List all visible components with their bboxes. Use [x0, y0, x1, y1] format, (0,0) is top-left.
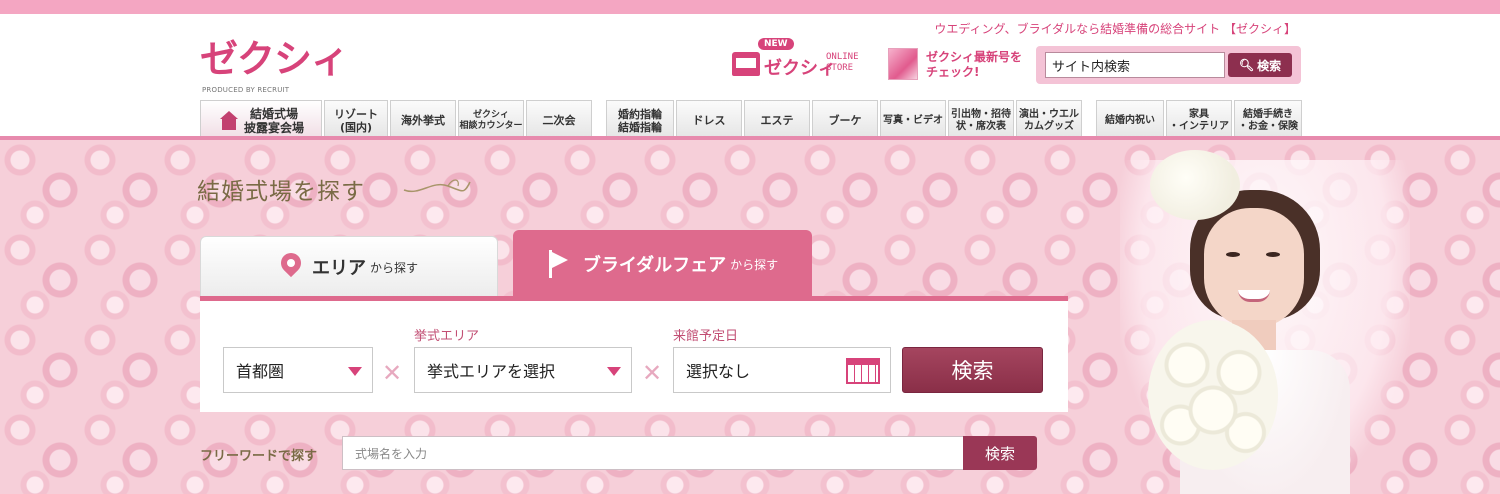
nav-item-counter[interactable]: ゼクシィ 相談カウンター: [458, 100, 524, 140]
visit-date-field[interactable]: 選択なし: [673, 347, 891, 393]
category-nav: 結婚式場 披露宴会場 リゾート (国内) 海外挙式 ゼクシィ 相談カウンター 二…: [200, 96, 1305, 140]
online-store-link[interactable]: NEW ゼクシィ ONLINE STORE: [732, 38, 872, 82]
nav-item-label: ブーケ: [828, 114, 862, 127]
ceremony-area-select[interactable]: 挙式エリアを選択: [414, 347, 632, 393]
site-search: サイト内検索 🔍︎ 検索: [1036, 46, 1301, 84]
nav-item-label: 二次会: [542, 114, 576, 127]
region-select[interactable]: 首都圏: [223, 347, 373, 393]
nav-item-label: 引出物・招待 状・席次表: [951, 108, 1011, 132]
cross-icon: ✕: [382, 359, 403, 387]
fair-search-button[interactable]: 検索: [902, 347, 1043, 393]
nav-item-return-gifts[interactable]: 結婚内祝い: [1096, 100, 1164, 140]
tab-fair-suffix: から探す: [730, 257, 779, 272]
nav-item-label: 家具 ・インテリア: [1169, 108, 1229, 132]
logo-wordmark: ゼクシィ: [200, 37, 349, 81]
logo-subtitle: PRODUCED BY RECRUIT: [202, 86, 290, 94]
nav-item-bouquet[interactable]: ブーケ: [812, 100, 878, 140]
top-accent-bar: [0, 0, 1500, 14]
nav-item-photo-video[interactable]: 写真・ビデオ: [880, 100, 946, 140]
ceremony-area-label: 挙式エリア: [414, 329, 480, 344]
magazine-text: ゼクシィ最新号を チェック!: [926, 50, 1022, 80]
tab-area-suffix: から探す: [369, 260, 418, 275]
freeword-search-button[interactable]: 検索: [963, 436, 1037, 470]
tab-fair-label: ブライダルフェア: [582, 255, 727, 276]
latest-magazine-link[interactable]: ゼクシィ最新号を チェック!: [888, 48, 1028, 84]
nav-item-furniture[interactable]: 家具 ・インテリア: [1166, 100, 1232, 140]
nav-item-esthetic[interactable]: エステ: [744, 100, 810, 140]
visit-date-value: 選択なし: [686, 362, 751, 381]
hero-section: 結婚式場を探す エリア から探す ブライダルフェア から探す 首都圏 ✕ 挙式エ…: [0, 140, 1500, 494]
nav-item-label: ゼクシィ 相談カウンター: [459, 109, 523, 131]
region-select-value: 首都圏: [236, 362, 285, 381]
site-header: ゼクシィ PRODUCED BY RECRUIT ウエディング、ブライダルなら結…: [0, 14, 1500, 100]
chapel-icon: [218, 110, 240, 131]
nav-item-afterparty[interactable]: 二次会: [526, 100, 592, 140]
flag-icon: [547, 250, 571, 278]
site-search-button-label: 検索: [1257, 58, 1282, 73]
nav-item-label: 演出・ウエル カムグッズ: [1019, 108, 1079, 132]
nav-item-label: 海外挙式: [401, 114, 445, 127]
ceremony-area-value: 挙式エリアを選択: [427, 362, 556, 381]
nav-item-venue[interactable]: 結婚式場 披露宴会場: [200, 100, 322, 140]
bouquet-shape: [1148, 320, 1278, 470]
tab-area[interactable]: エリア から探す: [200, 236, 498, 298]
eye-left-shape: [1226, 252, 1240, 257]
magazine-line-1: ゼクシィ最新号を: [926, 50, 1023, 64]
new-badge: NEW: [758, 38, 794, 50]
fair-search-panel: 首都圏 ✕ 挙式エリア 挙式エリアを選択 ✕ 来館予定日 選択なし 検索: [200, 296, 1068, 412]
eye-right-shape: [1266, 252, 1280, 257]
nav-item-procedures[interactable]: 結婚手続き ・お金・保険: [1234, 100, 1302, 140]
page-title: 結婚式場を探す: [197, 179, 365, 205]
nav-item-label: 婚約指輪 結婚指輪: [618, 107, 662, 134]
cross-icon: ✕: [642, 359, 663, 387]
nav-item-rings[interactable]: 婚約指輪 結婚指輪: [606, 100, 674, 140]
bride-photo: [1120, 140, 1420, 494]
nav-item-gifts-invitations[interactable]: 引出物・招待 状・席次表: [948, 100, 1014, 140]
store-subtitle: ONLINE STORE: [826, 52, 859, 73]
head-flower-shape: [1150, 150, 1240, 220]
freeword-input[interactable]: 式場名を入力: [342, 436, 964, 470]
dropdown-caret-icon: [348, 367, 362, 376]
nav-item-dress[interactable]: ドレス: [676, 100, 742, 140]
visit-date-label: 来館予定日: [673, 329, 739, 344]
zexy-logo[interactable]: ゼクシィ PRODUCED BY RECRUIT: [200, 28, 370, 98]
site-search-input[interactable]: サイト内検索: [1045, 52, 1225, 78]
face-shape: [1204, 208, 1304, 328]
nav-item-label: リゾート (国内): [334, 107, 378, 134]
calendar-icon[interactable]: [846, 358, 880, 384]
freeword-label: フリーワードで探す: [200, 449, 318, 464]
store-icon: [732, 52, 760, 76]
nav-item-performance-goods[interactable]: 演出・ウエル カムグッズ: [1016, 100, 1082, 140]
site-tagline: ウエディング、ブライダルなら結婚準備の総合サイト 【ゼクシィ】: [934, 22, 1296, 36]
site-search-button[interactable]: 🔍︎ 検索: [1228, 53, 1292, 77]
nav-item-label: 結婚手続き ・お金・保険: [1238, 108, 1298, 132]
nav-item-label: エステ: [760, 114, 794, 127]
search-icon: 🔍︎: [1238, 58, 1255, 72]
tab-bridal-fair[interactable]: ブライダルフェア から探す: [513, 230, 812, 298]
dropdown-caret-icon: [607, 367, 621, 376]
tab-area-label: エリア: [311, 258, 366, 279]
nav-item-label: 結婚内祝い: [1105, 115, 1155, 126]
flourish-icon: [403, 179, 471, 193]
nav-item-label: 写真・ビデオ: [883, 115, 943, 126]
nav-item-overseas[interactable]: 海外挙式: [390, 100, 456, 140]
magazine-line-2: チェック!: [926, 65, 980, 79]
map-pin-icon: [280, 253, 302, 281]
nav-item-label: 結婚式場 披露宴会場: [243, 106, 304, 135]
magazine-cover-thumbnail: [888, 48, 918, 80]
nav-item-resort[interactable]: リゾート (国内): [324, 100, 388, 140]
nav-item-label: ドレス: [692, 114, 726, 127]
